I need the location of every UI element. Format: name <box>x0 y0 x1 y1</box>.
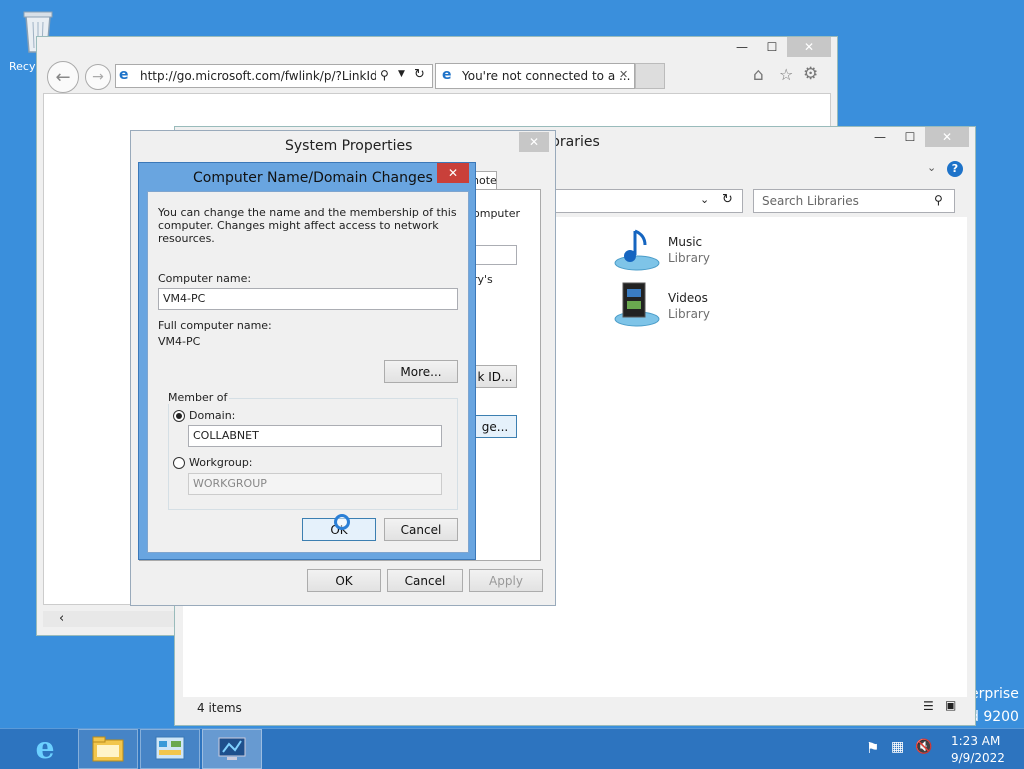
sysprops-apply-label: Apply <box>489 573 523 588</box>
change-label: ge... <box>481 419 509 434</box>
action-center-flag-icon[interactable]: ⚑ <box>866 739 879 757</box>
browser-minimize-button[interactable]: — <box>727 37 757 57</box>
explorer-search-box[interactable]: Search Libraries ⚲ <box>753 189 955 213</box>
network-id-label: k ID... <box>477 369 513 384</box>
member-of-label: Member of <box>166 391 230 404</box>
computer-name-input[interactable]: VM4-PC <box>158 288 458 310</box>
explorer-minimize-button[interactable]: — <box>865 127 895 147</box>
explorer-refresh-icon[interactable]: ↻ <box>722 192 733 207</box>
address-url: http://go.microsoft.com/fwlink/p/?LinkId… <box>140 69 376 83</box>
ie-page-icon: e <box>119 67 129 83</box>
mouse-cursor-icon <box>334 514 350 530</box>
sysprops-ok-button[interactable]: OK <box>307 569 381 592</box>
full-name-label: Full computer name: <box>158 319 272 332</box>
clock-time[interactable]: 1:23 AM <box>951 734 1000 748</box>
network-warning-icon[interactable]: ▦ <box>891 739 904 755</box>
back-button[interactable]: ← <box>47 61 79 93</box>
sysprops-close-button[interactable]: ✕ <box>519 132 549 152</box>
address-dropdown-icon[interactable]: ▼ <box>398 69 405 79</box>
music-library-name: Music <box>668 235 703 249</box>
videos-library-icon <box>614 282 660 327</box>
change-button[interactable]: ge... <box>473 415 517 438</box>
volume-muted-icon[interactable]: 🔇 <box>915 739 932 755</box>
domain-label: Domain: <box>189 409 236 422</box>
taskbar-explorer-button[interactable] <box>78 729 138 769</box>
computer-name-label: Computer name: <box>158 272 252 285</box>
music-library-icon <box>614 229 660 271</box>
sysprops-text-computer: omputer <box>473 207 521 220</box>
taskbar-control-panel-button[interactable] <box>140 729 200 769</box>
forward-button[interactable]: → <box>85 64 111 90</box>
tab-ie-icon: e <box>442 67 452 83</box>
clock-date[interactable]: 9/9/2022 <box>951 751 1005 765</box>
browser-close-button[interactable]: ✕ <box>787 37 831 57</box>
tools-gear-icon[interactable]: ⚙ <box>803 64 818 84</box>
workgroup-radio[interactable] <box>173 457 185 469</box>
videos-library-type: Library <box>668 307 710 321</box>
dialog-cancel-button[interactable]: Cancel <box>384 518 458 541</box>
workgroup-input[interactable]: WORKGROUP <box>188 473 442 495</box>
domain-radio[interactable] <box>173 410 185 422</box>
details-view-icon[interactable]: ☰ <box>923 699 934 713</box>
library-item-music[interactable]: Music Library <box>613 225 723 275</box>
computer-name-dialog: Computer Name/Domain Changes ✕ You can c… <box>138 162 476 560</box>
back-arrow-icon: ← <box>55 66 71 88</box>
explorer-maximize-button[interactable]: ☐ <box>895 127 925 147</box>
sysprops-description-field[interactable] <box>473 245 517 265</box>
favorites-star-icon[interactable]: ☆ <box>779 65 793 84</box>
network-id-button[interactable]: k ID... <box>473 365 517 388</box>
new-tab-button[interactable] <box>635 63 665 89</box>
address-chevron-icon[interactable]: ⌄ <box>700 193 709 206</box>
ie-icon: e <box>35 730 55 766</box>
taskbar-ie-button[interactable]: e <box>16 729 74 767</box>
ribbon-expand-icon[interactable]: ⌄ <box>927 161 936 174</box>
system-properties-title: System Properties <box>285 138 413 154</box>
address-bar[interactable]: e http://go.microsoft.com/fwlink/p/?Link… <box>115 64 433 88</box>
explorer-close-button[interactable]: ✕ <box>925 127 969 147</box>
sysprops-cancel-label: Cancel <box>404 573 446 588</box>
desktop-watermark-line1: erprise <box>970 686 1019 702</box>
full-name-value: VM4-PC <box>158 335 201 348</box>
folder-icon <box>92 736 124 762</box>
workgroup-label: Workgroup: <box>189 456 253 469</box>
large-icons-view-icon[interactable]: ▣ <box>945 698 956 712</box>
domain-input[interactable]: COLLABNET <box>188 425 442 447</box>
more-button[interactable]: More... <box>384 360 458 383</box>
music-library-type: Library <box>668 251 710 265</box>
help-icon[interactable]: ? <box>947 161 963 177</box>
explorer-status: 4 items <box>197 701 242 715</box>
scroll-left-icon[interactable]: ‹ <box>59 611 64 626</box>
search-icon[interactable]: ⚲ <box>380 68 389 82</box>
explorer-search-icon[interactable]: ⚲ <box>934 193 943 207</box>
dialog-intro-text: You can change the name and the membersh… <box>158 206 457 245</box>
browser-tab[interactable]: e You're not connected to a ... ✕ <box>435 63 635 89</box>
more-label: More... <box>400 364 442 379</box>
explorer-title: braries <box>551 134 600 150</box>
tab-close-icon[interactable]: ✕ <box>619 68 628 81</box>
browser-maximize-button[interactable]: ☐ <box>757 37 787 57</box>
refresh-icon[interactable]: ↻ <box>414 67 425 82</box>
system-monitor-icon <box>218 737 246 760</box>
library-item-videos[interactable]: Videos Library <box>613 281 723 331</box>
dialog-cancel-label: Cancel <box>400 522 442 537</box>
dialog-close-button[interactable]: ✕ <box>437 163 469 183</box>
control-panel-icon <box>155 736 185 760</box>
sysprops-apply-button[interactable]: Apply <box>469 569 543 592</box>
tab-title: You're not connected to a ... <box>462 69 631 83</box>
sysprops-ok-label: OK <box>335 573 353 588</box>
forward-arrow-icon: → <box>92 69 104 85</box>
desktop-watermark-line2: d 9200 <box>970 709 1019 725</box>
videos-library-name: Videos <box>668 291 708 305</box>
explorer-address-bar[interactable]: ⌄ ↻ <box>551 189 743 213</box>
sysprops-cancel-button[interactable]: Cancel <box>387 569 463 592</box>
home-icon[interactable]: ⌂ <box>753 65 764 85</box>
dialog-title: Computer Name/Domain Changes <box>193 170 433 186</box>
dialog-body: You can change the name and the membersh… <box>147 191 469 553</box>
search-libraries-placeholder: Search Libraries <box>762 194 859 208</box>
taskbar-system-button[interactable] <box>202 729 262 769</box>
